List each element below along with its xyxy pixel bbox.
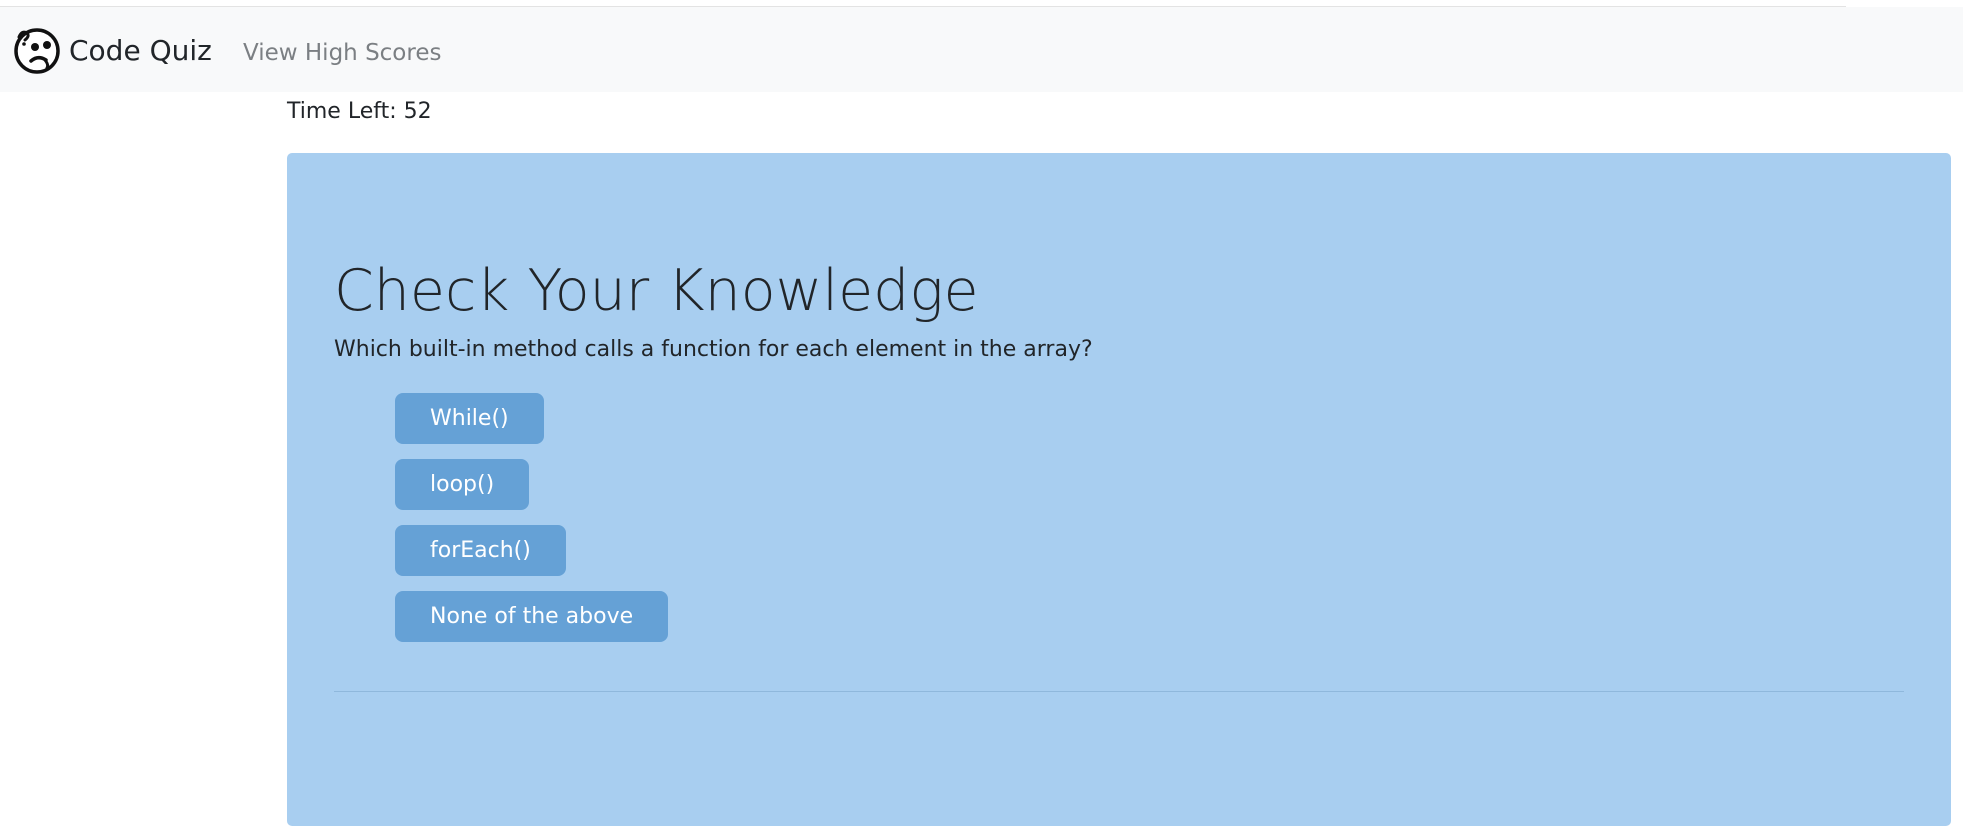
answer-item: None of the above [395,591,669,642]
navbar: Code Quiz View High Scores [0,7,1963,92]
answer-button-none-of-the-above[interactable]: None of the above [395,591,669,642]
view-high-scores-link[interactable]: View High Scores [243,38,441,68]
time-left-display: Time Left: 52 [287,99,432,124]
divider [334,691,1904,692]
question-text: Which built-in method calls a function f… [334,337,1093,362]
brand-link[interactable]: Code Quiz [13,27,212,75]
answer-button-while[interactable]: While() [395,393,544,444]
answer-button-foreach[interactable]: forEach() [395,525,566,576]
answer-item: loop() [395,459,668,510]
answer-button-loop[interactable]: loop() [395,459,530,510]
answer-item: While() [395,393,668,444]
quiz-card: Check Your Knowledge Which built-in meth… [287,153,1951,826]
answer-item: forEach() [395,525,668,576]
answer-list: While() loop() forEach() None of the abo… [395,393,669,657]
brand-label: Code Quiz [69,34,212,67]
quiz-title: Check Your Knowledge [334,258,979,324]
confused-face-icon [13,27,61,75]
